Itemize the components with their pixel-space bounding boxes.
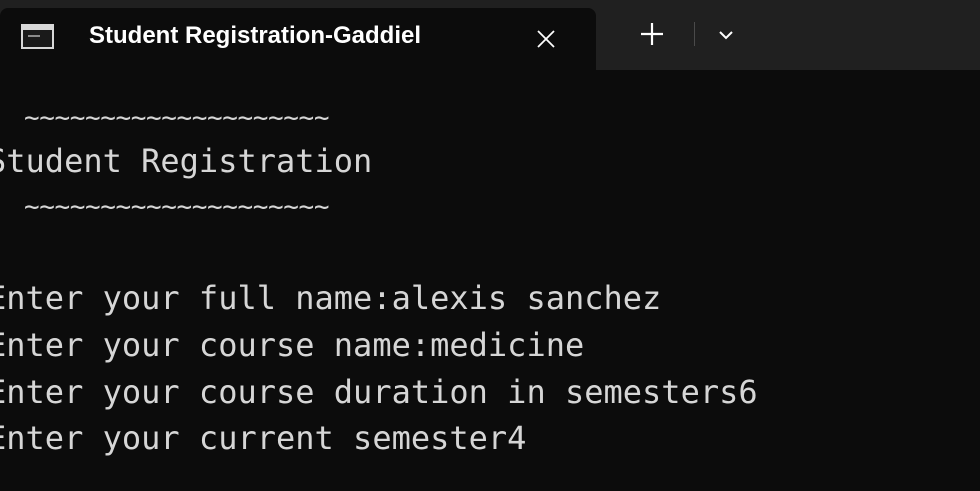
tab-title: Student Registration-Gaddiel [89,22,422,49]
chevron-down-icon [719,31,733,40]
prompt-current-semester: Enter your current semester4 [0,419,527,457]
new-tab-button[interactable] [627,14,677,54]
banner-title: Student Registration [0,142,373,180]
prompt-full-name: Enter your full name:alexis sanchez [0,279,662,317]
terminal-output[interactable]: ~~~~~~~~~~~~~~~~~~~~ Student Registratio… [0,70,980,491]
prompt-course-duration: Enter your course duration in semesters6 [0,373,758,411]
tab-divider [694,22,695,46]
plus-icon [641,23,663,45]
tab-active[interactable]: Student Registration-Gaddiel [0,8,596,70]
tab-dropdown-button[interactable] [708,20,744,50]
prompt-course-name: Enter your course name:medicine [0,326,585,364]
banner-tilde-bottom: ~~~~~~~~~~~~~~~~~~~~ [24,192,330,222]
close-icon[interactable] [532,25,560,53]
banner-tilde-top: ~~~~~~~~~~~~~~~~~~~~ [24,103,330,133]
terminal-icon [21,24,54,49]
title-bar: Student Registration-Gaddiel [0,0,980,70]
terminal-window: Student Registration-Gaddiel ~~~~~~~~~~~… [0,0,980,491]
